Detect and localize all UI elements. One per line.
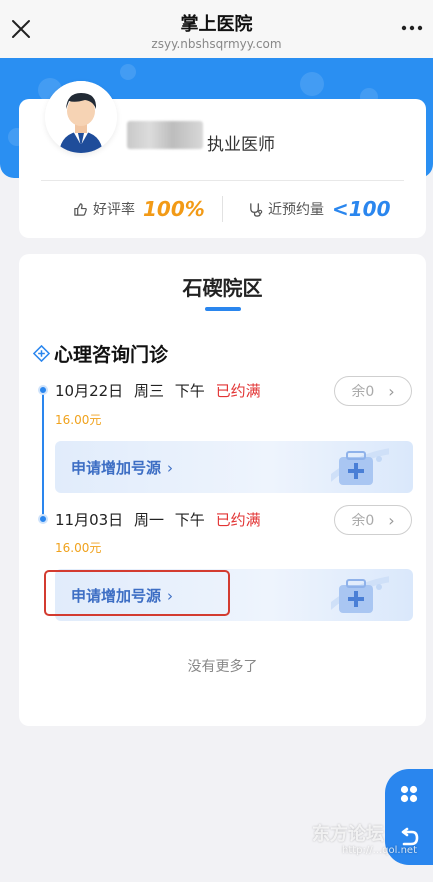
chevron-right-icon: › [388,381,395,401]
remain-button[interactable]: 余0 › [334,505,412,535]
apply-label-wrap: 申请增加号源 › [71,457,173,478]
campus-tab[interactable]: 石碶院区 [19,272,426,301]
apply-label: 申请增加号源 [71,459,162,477]
doctor-avatar [45,81,117,153]
diamond-plus-icon [33,345,50,362]
more-icon[interactable] [399,18,425,38]
doctor-card: 执业医师 好评率 100% 近预约量 <100 [19,81,426,238]
webview-topbar: 掌上医院 zsyy.nbshsqrmyy.com [0,0,433,58]
chevron-right-icon: › [167,459,174,477]
thumbs-up-icon [74,202,87,216]
watermark-text: 东方论坛 [312,824,384,845]
slot-date: 10月22日 [55,382,124,400]
slot-date: 11月03日 [55,511,124,529]
hero-decoration [300,72,324,96]
apply-more-slots-button[interactable]: 申请增加号源 › [55,441,413,493]
booking-label: 近预约量 [268,202,324,218]
slot-date-line: 11月03日 周一 下午 已约满 [55,509,261,530]
divider [41,180,404,181]
doctor-title: 执业医师 [207,135,275,155]
rating-value: 100% [143,197,205,221]
slot-price: 16.00元 [55,413,102,427]
booking-value: <100 [332,197,391,221]
remain-count: 余0 [351,513,375,529]
slot-weekday: 周三 [133,382,164,400]
campus-tab-indicator [205,307,241,311]
rating-label: 好评率 [93,202,135,218]
stat-divider [222,196,223,222]
highlight-box [44,570,230,616]
timeline-dot [38,385,48,395]
timeline-dot [38,514,48,524]
remain-button[interactable]: 余0 › [334,376,412,406]
grid-menu-icon[interactable] [400,785,418,803]
rating-stat: 好评率 100% [73,197,205,221]
schedule-card: 石碶院区 心理咨询门诊 10月22日 周三 下午 已约满 16.00元 余0 ›… [19,254,426,726]
slot-price: 16.00元 [55,541,102,555]
page-domain: zsyy.nbshsqrmyy.com [151,37,282,51]
stethoscope-icon [250,202,263,217]
doctor-name-redacted [127,121,203,149]
booking-stat: 近预约量 <100 [248,197,391,221]
slot-status: 已约满 [215,382,261,400]
slot-date-line: 10月22日 周三 下午 已约满 [55,380,261,401]
timeline-line [42,388,44,520]
hero-decoration [120,64,136,80]
medical-kit-icon [331,576,389,613]
remain-count: 余0 [351,384,375,400]
slot-status: 已约满 [215,511,261,529]
slot-period: 下午 [174,511,205,529]
chevron-right-icon: › [388,510,395,530]
department-name: 心理咨询门诊 [54,344,169,366]
slot-weekday: 周一 [133,511,164,529]
watermark-url: http://...qol.net [342,845,418,856]
no-more-text: 没有更多了 [187,659,258,675]
slot-period: 下午 [174,382,205,400]
page-title: 掌上医院 [180,14,253,35]
department-header: 心理咨询门诊 [33,340,168,367]
doctor-avatar-icon [45,81,117,153]
medical-kit-icon [331,448,389,485]
